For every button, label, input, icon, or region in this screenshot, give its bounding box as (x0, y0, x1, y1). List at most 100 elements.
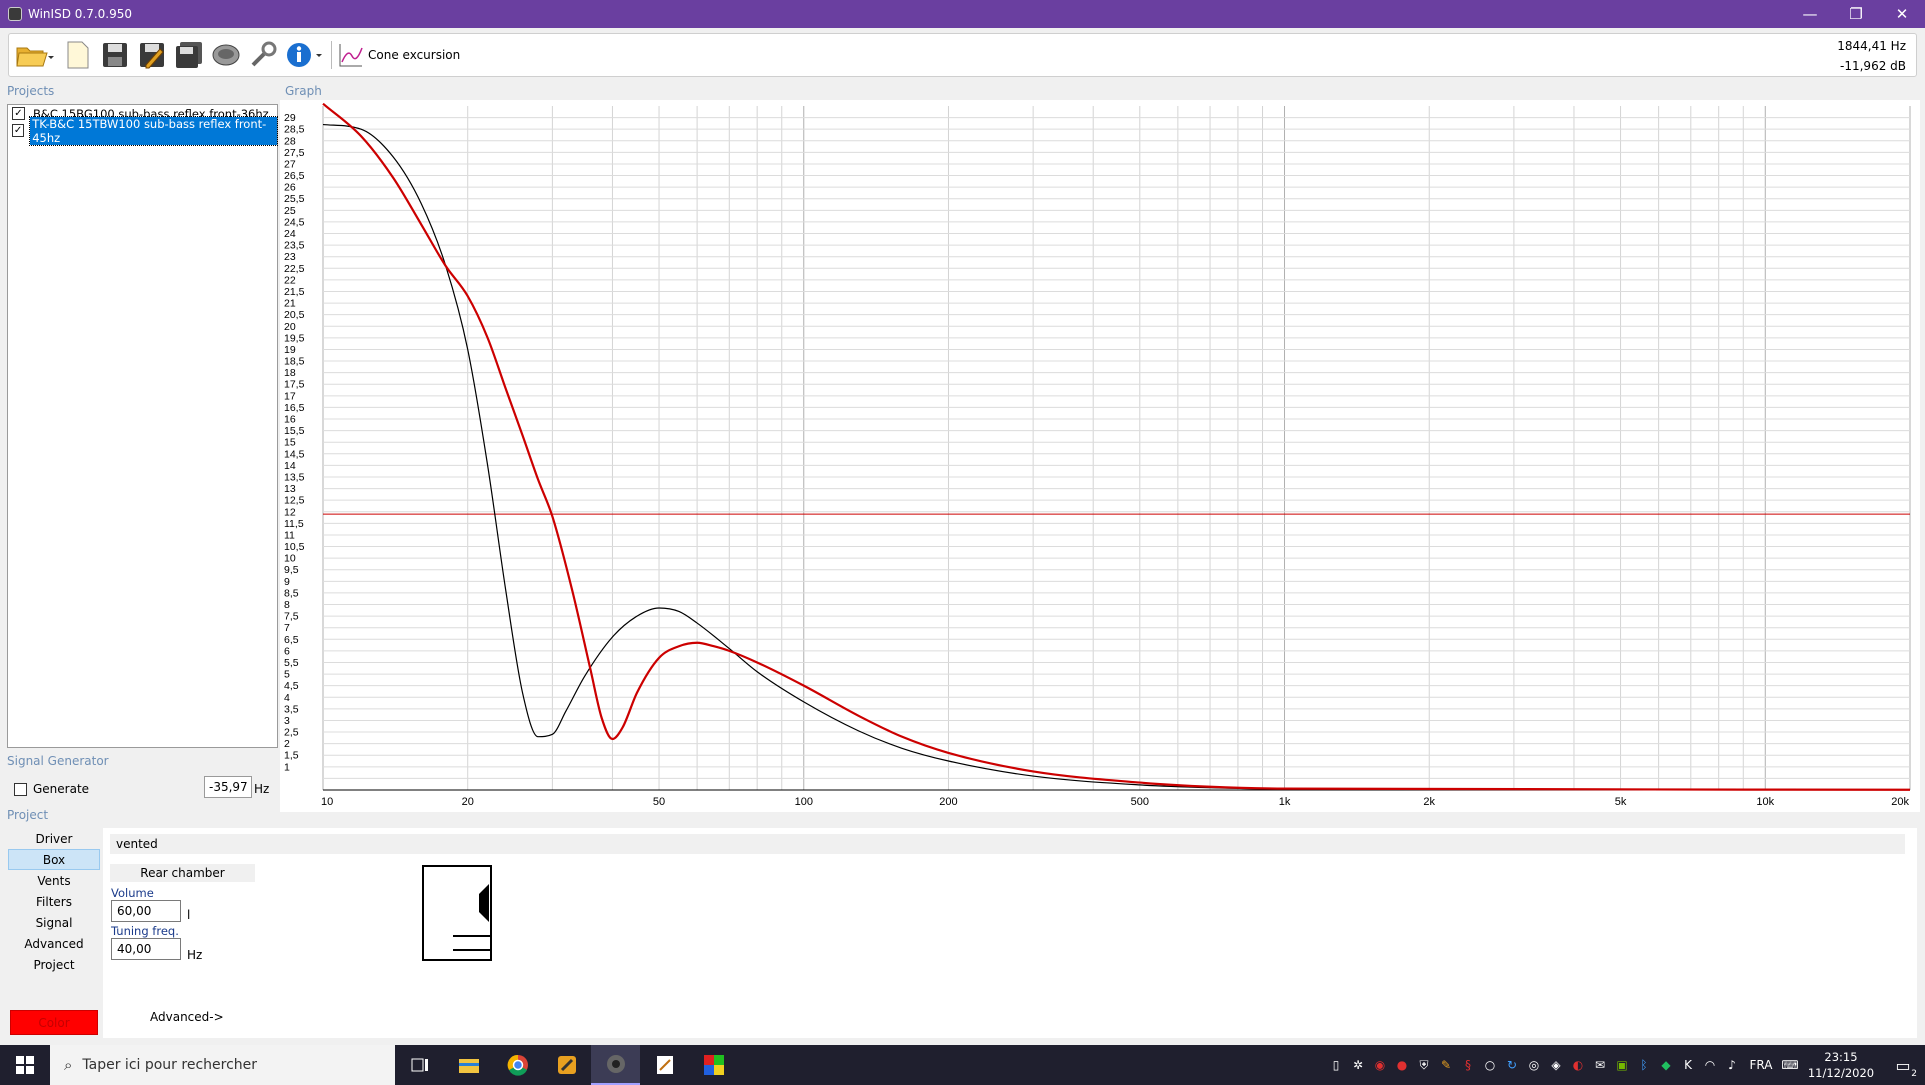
y-tick-label: 1,5 (284, 750, 299, 762)
message-icon[interactable]: ✉ (1589, 1045, 1611, 1085)
y-tick-label: 10,5 (284, 541, 305, 553)
language-indicator[interactable]: FRA (1743, 1045, 1779, 1085)
toolbar-separator (331, 41, 332, 69)
keyboard-icon[interactable]: ⌨ (1779, 1045, 1801, 1085)
antivirus-icon[interactable]: ◉ (1369, 1045, 1391, 1085)
tools-button[interactable] (246, 38, 280, 72)
taskbar-color-app[interactable] (689, 1045, 738, 1085)
nav-item-vents[interactable]: Vents (8, 870, 100, 891)
y-tick-label: 8,5 (284, 587, 299, 599)
nav-item-advanced[interactable]: Advanced (8, 933, 100, 954)
folder-icon (458, 1059, 479, 1073)
generator-frequency-unit: Hz (254, 782, 270, 796)
graph-area[interactable]: 1 1,5 2 2,5 3 3,5 4 4,5 5 5,5 6 6,5 7 7,5 8 8,5 9 9,5 10 10… (280, 100, 1920, 812)
save-as-button[interactable] (135, 38, 169, 72)
y-tick-label: 29 (284, 112, 296, 124)
nav-item-signal[interactable]: Signal (8, 912, 100, 933)
save-all-button[interactable] (172, 38, 206, 72)
y-tick-label: 25 (284, 205, 296, 217)
volume-icon[interactable]: ♪ (1721, 1045, 1743, 1085)
projects-section-label: Projects (7, 84, 55, 98)
graph-type-selector[interactable]: Cone excursion (338, 42, 460, 68)
generator-frequency-input[interactable]: -35,97 (204, 776, 252, 798)
y-tick-label: 19,5 (284, 332, 305, 344)
y-tick-label: 6,5 (284, 634, 299, 646)
color-button[interactable]: Color (10, 1010, 98, 1035)
fan-icon[interactable]: ✲ (1347, 1045, 1369, 1085)
start-button[interactable] (0, 1045, 50, 1085)
close-button[interactable]: ✕ (1879, 0, 1925, 28)
y-tick-label: 20,5 (284, 309, 305, 321)
y-tick-label: 24,5 (284, 216, 305, 228)
y-tick-label: 23,5 (284, 240, 305, 252)
y-tick-label: 27 (284, 158, 296, 170)
volume-input[interactable]: 60,00 (111, 900, 181, 922)
sync-icon[interactable]: ↻ (1501, 1045, 1523, 1085)
restore-button[interactable]: ❐ (1833, 0, 1879, 28)
signal-generator-section-label: Signal Generator (7, 754, 109, 768)
tray-red-icon[interactable]: ◐ (1567, 1045, 1589, 1085)
usb-icon[interactable]: ▯ (1325, 1045, 1347, 1085)
open-folder-button[interactable] (12, 38, 58, 72)
record-icon[interactable]: ● (1391, 1045, 1413, 1085)
chrome-icon (507, 1054, 528, 1076)
task-view-button[interactable] (395, 1045, 444, 1085)
taskbar-app-pen[interactable] (542, 1045, 591, 1085)
dropbox-icon[interactable]: ◈ (1545, 1045, 1567, 1085)
project-item[interactable]: ✓ TK-B&C 15TBW100 sub-bass reflex front-… (8, 115, 278, 146)
notification-center-icon[interactable]: ▭ 2 (1881, 1045, 1925, 1085)
clock-time: 23:15 (1824, 1050, 1858, 1064)
save-button[interactable] (98, 38, 132, 72)
tuning-input[interactable]: 40,00 (111, 938, 181, 960)
project-section-label: Project (7, 808, 49, 822)
project-checkbox[interactable]: ✓ (12, 124, 25, 137)
y-tick-label: 13 (284, 483, 296, 495)
tray-green-icon[interactable]: ◆ (1655, 1045, 1677, 1085)
nav-item-project[interactable]: Project (8, 954, 100, 975)
pen-icon[interactable]: ✎ (1435, 1045, 1457, 1085)
clock[interactable]: 23:15 11/12/2020 (1801, 1049, 1881, 1081)
x-tick-label: 50 (653, 796, 665, 808)
cone-excursion-chart[interactable]: 11,522,533,544,555,566,577,588,599,51010… (280, 100, 1920, 812)
taskbar-notepad[interactable] (640, 1045, 689, 1085)
wifi-icon[interactable]: ◠ (1699, 1045, 1721, 1085)
y-tick-label: 7 (284, 622, 290, 634)
x-tick-label: 1k (1279, 796, 1291, 808)
new-project-button[interactable] (61, 38, 95, 72)
nav-item-box[interactable]: Box (8, 849, 100, 870)
advanced-toggle[interactable]: Advanced-> (150, 1010, 224, 1024)
taskbar-winisd[interactable] (591, 1045, 640, 1085)
minimize-button[interactable]: — (1787, 0, 1833, 28)
cortana-icon[interactable]: ○ (1479, 1045, 1501, 1085)
driver-button[interactable] (209, 38, 243, 72)
search-icon: ⌕ (64, 1056, 73, 1074)
y-tick-label: 27,5 (284, 147, 305, 159)
shield-icon[interactable]: ⛨ (1413, 1045, 1435, 1085)
y-tick-label: 4,5 (284, 680, 299, 692)
y-tick-label: 6 (284, 645, 290, 657)
tray-app-icon[interactable]: § (1457, 1045, 1479, 1085)
x-tick-label: 2k (1423, 796, 1435, 808)
y-tick-label: 28 (284, 135, 296, 147)
taskbar-chrome[interactable] (493, 1045, 542, 1085)
y-tick-label: 12 (284, 506, 296, 518)
taskbar-file-explorer[interactable] (444, 1045, 493, 1085)
y-tick-label: 21 (284, 298, 296, 310)
project-checkbox[interactable]: ✓ (12, 107, 25, 120)
nvidia-icon[interactable]: ▣ (1611, 1045, 1633, 1085)
winisd-icon (606, 1055, 625, 1073)
bluetooth-icon[interactable]: ᛒ (1633, 1045, 1655, 1085)
info-button[interactable] (283, 38, 325, 72)
y-tick-label: 5,5 (284, 657, 299, 669)
save-icon (103, 43, 127, 67)
nav-item-filters[interactable]: Filters (8, 891, 100, 912)
y-tick-label: 15,5 (284, 425, 305, 437)
tray-k-icon[interactable]: K (1677, 1045, 1699, 1085)
taskbar-search[interactable]: ⌕ Taper ici pour rechercher (50, 1045, 395, 1085)
generate-checkbox[interactable] (14, 782, 27, 796)
steam-icon[interactable]: ◎ (1523, 1045, 1545, 1085)
nav-item-driver[interactable]: Driver (8, 828, 100, 849)
x-tick-label: 5k (1615, 796, 1627, 808)
y-tick-label: 24 (284, 228, 296, 240)
taskbar: ⌕ Taper ici pour rechercher ▯ ✲ ◉ ● ⛨ ✎ … (0, 1045, 1925, 1085)
